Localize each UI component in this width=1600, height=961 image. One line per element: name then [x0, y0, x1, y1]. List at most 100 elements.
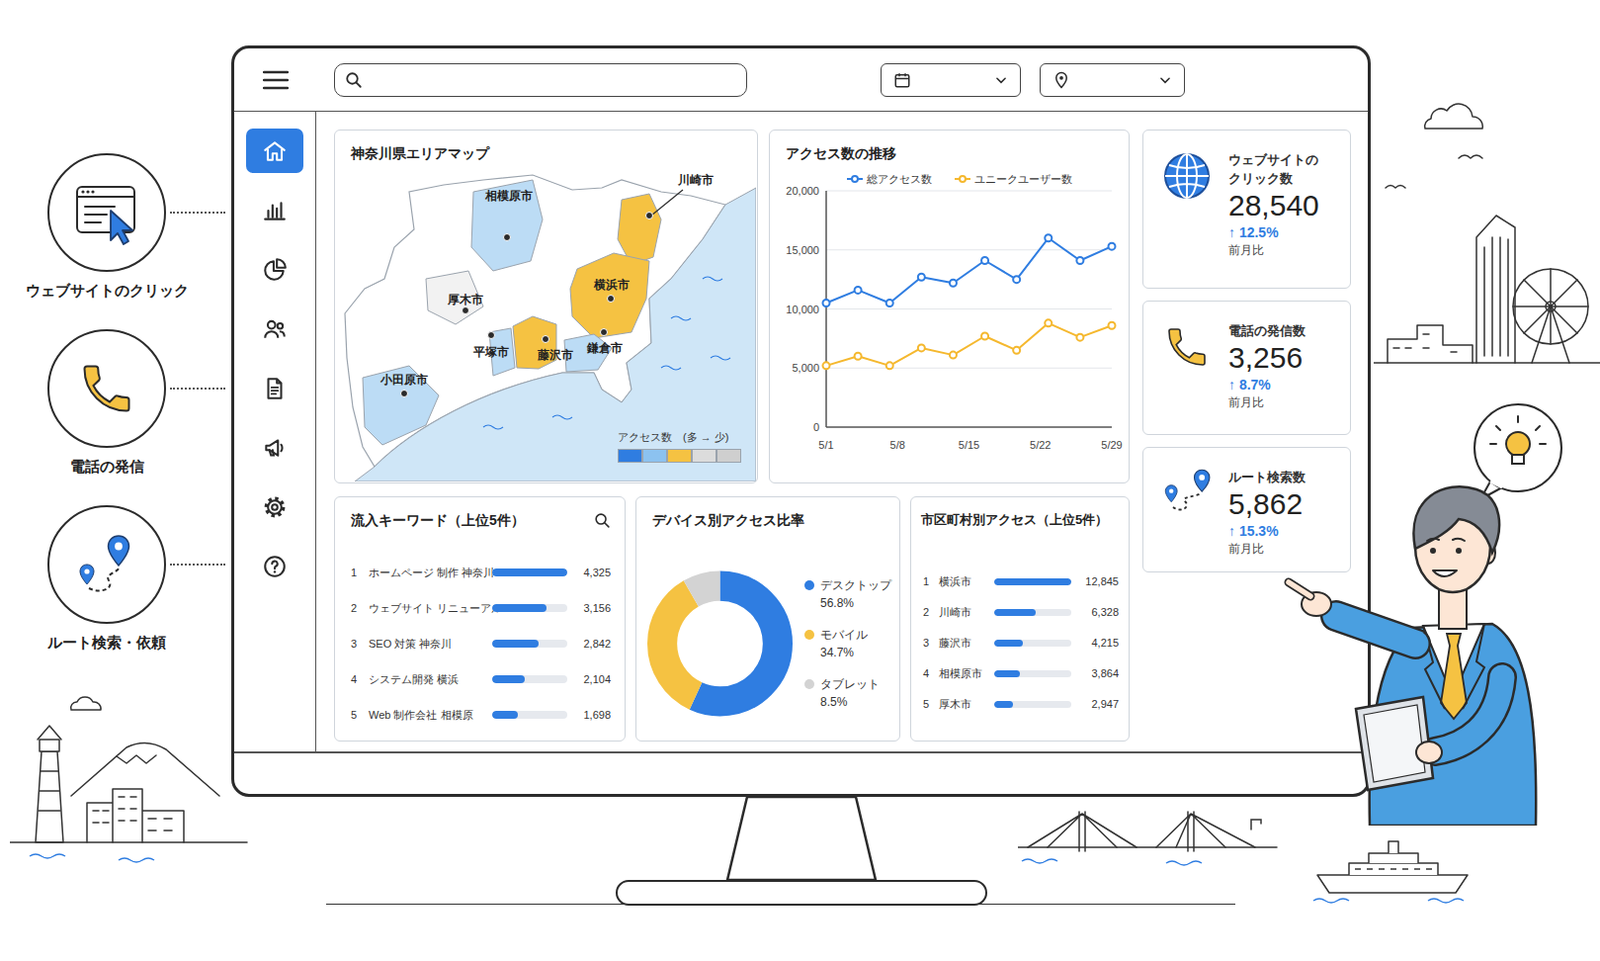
sidebar-item[interactable]	[246, 543, 304, 589]
chevron-down-icon	[1158, 73, 1173, 87]
kpi-title: クリック数	[1228, 168, 1320, 188]
data-point	[1012, 346, 1020, 354]
kpi-text: ルート検索数5,862↑ 15.3%前月比	[1228, 467, 1306, 557]
bar-track	[492, 603, 568, 612]
ground-line	[326, 903, 1236, 905]
hamburger-icon[interactable]	[262, 69, 289, 91]
keyword: システム開発 横浜	[368, 671, 487, 688]
kpi-value: 5,862	[1228, 486, 1306, 522]
bottom-row: 流入キーワード（上位5件）1ホームページ 制作 神奈川4,3252ウェブサイト …	[334, 496, 1130, 742]
bar-fill	[994, 639, 1023, 647]
data-point	[1108, 322, 1116, 330]
keyword-row: 3SEO 対策 神奈川2,842	[350, 625, 611, 662]
skyline-illustration	[1373, 88, 1600, 376]
grid-line	[826, 367, 1112, 369]
presenter-illustration	[1274, 449, 1552, 826]
city-region	[617, 193, 662, 265]
idea-bubble-icon	[1466, 400, 1570, 504]
bar-fill	[492, 568, 568, 577]
sidebar-item[interactable]	[246, 365, 304, 411]
city-label: 川崎市	[677, 171, 714, 188]
city-region	[425, 270, 484, 325]
rank: 3	[923, 634, 933, 652]
top-bar	[234, 48, 1368, 112]
menu-button[interactable]	[234, 69, 317, 91]
y-tick: 20,000	[785, 184, 820, 197]
city-pin[interactable]	[503, 233, 511, 242]
feature-row	[19, 329, 232, 448]
count: 12,845	[1077, 573, 1119, 590]
rank: 2	[923, 603, 933, 621]
count: 2,104	[573, 671, 611, 688]
feature-item: 電話の発信	[19, 329, 232, 477]
city-pin[interactable]	[645, 211, 654, 220]
keywords-panel: 流入キーワード（上位5件）1ホームページ 制作 神奈川4,3252ウェブサイト …	[334, 496, 626, 742]
city-list: 1横浜市12,8452川崎市6,3283藤沢市4,2154相模原市3,8645厚…	[911, 528, 1129, 720]
leader-line	[651, 189, 683, 216]
city-pin[interactable]	[400, 389, 409, 398]
data-point	[886, 361, 894, 369]
data-point	[1076, 334, 1084, 341]
bar-track	[492, 639, 568, 648]
city-pin[interactable]	[599, 328, 608, 337]
city-name: 川崎市	[938, 603, 989, 621]
y-tick: 15,000	[785, 244, 820, 256]
rank: 3	[350, 635, 363, 653]
y-tick: 0	[813, 421, 820, 433]
city-pin[interactable]	[461, 306, 470, 315]
kpi-title: 電話の発信数	[1228, 321, 1306, 340]
city-name: 横浜市	[938, 573, 989, 590]
bar-chart-icon	[261, 197, 288, 224]
city-row: 1横浜市12,845	[923, 566, 1119, 597]
data-point	[886, 299, 894, 307]
feature-item: ルート検索・依頼	[19, 505, 232, 653]
grid-line	[826, 425, 1112, 428]
data-point	[1044, 234, 1052, 242]
keyword: ホームページ 制作 神奈川	[368, 564, 487, 582]
rank: 1	[350, 564, 363, 582]
sidebar-item[interactable]	[246, 128, 304, 173]
city-label: 厚木市	[447, 291, 484, 308]
legend-label: 総アクセス数	[865, 172, 932, 185]
kpi-column: ウェブサイトのクリック数28,540↑ 12.5%前月比電話の発信数3,256↑…	[1142, 129, 1351, 752]
legend-item: タブレット8.5%	[804, 674, 892, 711]
monitor-assembly: 神奈川県エリアマップ相模原市川崎市厚木市横浜市平塚市藤沢市鎌倉市小田原市アクセス…	[231, 45, 1371, 906]
city-pin[interactable]	[541, 335, 550, 343]
help-icon	[261, 553, 288, 580]
search-icon[interactable]	[593, 511, 611, 529]
kpi-card: 電話の発信数3,256↑ 8.7%前月比	[1142, 300, 1351, 435]
location-select[interactable]	[1039, 63, 1185, 97]
sidebar-item[interactable]	[246, 247, 304, 292]
data-point	[981, 332, 989, 339]
sidebar-item[interactable]	[246, 306, 304, 351]
donut-chart	[647, 566, 793, 721]
kpi-value: 3,256	[1228, 339, 1306, 376]
count: 2,842	[573, 635, 611, 653]
y-tick: 10,000	[785, 303, 820, 316]
legend-swatch	[642, 448, 668, 463]
series-line	[826, 323, 1112, 366]
data-point	[1108, 243, 1116, 251]
trend-panel: アクセス数の推移20,00015,00010,0005,00005/15/85/…	[768, 129, 1130, 484]
connector-line	[169, 211, 226, 214]
city-pin[interactable]	[606, 294, 615, 303]
bar-fill	[994, 670, 1020, 677]
feature-badge	[47, 153, 167, 272]
sidebar-item[interactable]	[246, 484, 304, 529]
keyword: Web 制作会社 相模原	[368, 706, 487, 724]
legend-dot	[804, 580, 815, 590]
y-tick: 5,000	[791, 361, 820, 374]
sidebar-item[interactable]	[246, 424, 304, 470]
calendar-icon	[893, 71, 912, 89]
connector-line	[169, 563, 226, 566]
date-select[interactable]	[880, 63, 1021, 97]
city-pin[interactable]	[487, 331, 496, 339]
search-field[interactable]	[334, 63, 748, 97]
kpi-change: ↑ 12.5%	[1228, 223, 1320, 243]
kpi-title: ルート検索数	[1228, 467, 1306, 487]
search-input[interactable]	[370, 68, 737, 91]
phone-icon	[71, 352, 143, 424]
location-pin-icon	[1052, 71, 1071, 89]
sidebar-item[interactable]	[246, 187, 304, 233]
rank: 4	[350, 671, 363, 688]
